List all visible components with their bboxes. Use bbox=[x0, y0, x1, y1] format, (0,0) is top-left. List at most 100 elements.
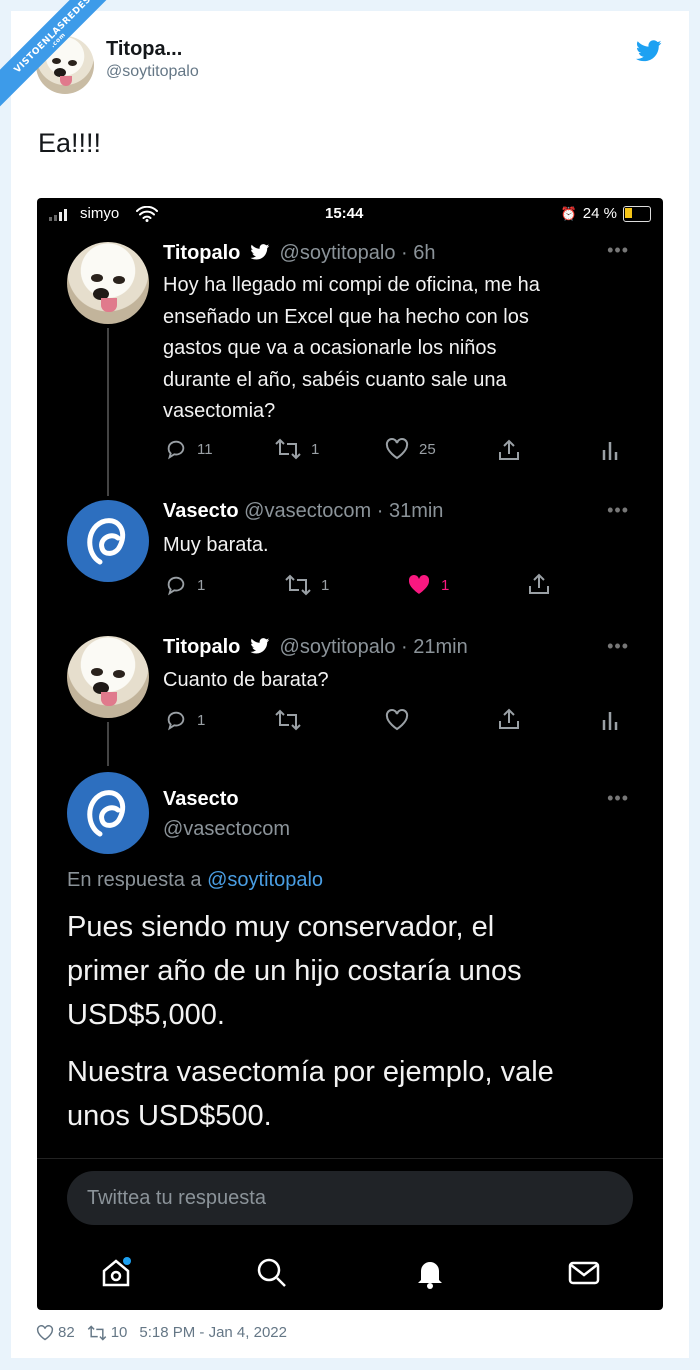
vasecto-logo-icon bbox=[87, 790, 126, 837]
main-text-para1: Pues siendo muy conservador, el primer a… bbox=[67, 905, 522, 1037]
reply-header: Vasecto @vasectocom · 31min bbox=[163, 500, 443, 523]
twitter-bird-icon bbox=[250, 244, 270, 260]
share-icon[interactable] bbox=[497, 707, 521, 731]
retweet-action[interactable]: 1 bbox=[275, 438, 319, 460]
text-line: Nuestra vasectomía por ejemplo, vale bbox=[67, 1056, 554, 1088]
reply-text: Hoy ha llegado mi compi de oficina, me h… bbox=[163, 270, 540, 428]
reply-count: 1 bbox=[197, 576, 206, 594]
more-options-icon[interactable]: ••• bbox=[607, 636, 629, 657]
retweet-count: 1 bbox=[311, 440, 320, 458]
analytics-icon[interactable] bbox=[600, 438, 620, 462]
reply-author-name[interactable]: Vasecto bbox=[163, 500, 239, 522]
like-action[interactable] bbox=[385, 709, 419, 731]
search-icon[interactable] bbox=[255, 1256, 289, 1290]
clock: 15:44 bbox=[325, 205, 364, 222]
text-line: Muy barata. bbox=[163, 534, 269, 556]
avatar[interactable] bbox=[67, 772, 149, 854]
reply-icon bbox=[167, 576, 185, 596]
twitter-bird-icon[interactable] bbox=[636, 40, 662, 62]
status-bar: simyo 15:44 ⏰ 24 % bbox=[37, 198, 663, 230]
text-line: unos USD$500. bbox=[67, 1100, 272, 1132]
tweet-text: Ea!!!! bbox=[38, 128, 102, 158]
reply-action[interactable]: 1 bbox=[165, 709, 205, 731]
wifi-icon bbox=[136, 206, 158, 222]
like-count: 1 bbox=[441, 576, 450, 594]
retweet-icon bbox=[275, 709, 301, 731]
reply-author-name[interactable]: Titopalo bbox=[163, 242, 240, 264]
messages-icon[interactable] bbox=[567, 1256, 601, 1290]
tweet-footer: 82 10 5:18 PM - Jan 4, 2022 bbox=[36, 1324, 299, 1341]
author-handle[interactable]: @soytitopalo bbox=[106, 63, 199, 81]
like-action[interactable]: 1 bbox=[407, 574, 449, 596]
share-icon[interactable] bbox=[497, 438, 521, 462]
reply-handle[interactable]: @soytitopalo · 6h bbox=[280, 242, 436, 264]
analytics-icon[interactable] bbox=[600, 708, 620, 732]
heart-icon bbox=[385, 438, 409, 460]
author-handle: @vasectocom bbox=[163, 818, 291, 840]
author-name[interactable]: Titopa... bbox=[106, 38, 182, 61]
more-options-icon[interactable]: ••• bbox=[607, 500, 629, 521]
like-count: 82 bbox=[58, 1324, 75, 1341]
reply-handle[interactable]: @vasectocom · 31min bbox=[244, 500, 443, 522]
avatar[interactable] bbox=[67, 500, 149, 582]
thread-line bbox=[107, 722, 109, 766]
retweet-count: 1 bbox=[321, 576, 330, 594]
text-line: primer año de un hijo costaría unos bbox=[67, 955, 522, 987]
author-name: Vasecto bbox=[163, 788, 239, 810]
retweet-icon bbox=[285, 574, 311, 596]
vasecto-logo-icon bbox=[87, 518, 126, 565]
text-line: USD$5,000. bbox=[67, 999, 225, 1031]
main-author-name[interactable]: Vasecto bbox=[163, 788, 239, 811]
like-action[interactable]: 25 bbox=[385, 438, 436, 460]
reply-count: 11 bbox=[197, 440, 213, 458]
reply-action[interactable]: 11 bbox=[165, 438, 213, 460]
avatar[interactable] bbox=[67, 636, 149, 718]
carrier-label: simyo bbox=[80, 205, 120, 222]
reply-composer-input[interactable]: Twittea tu respuesta bbox=[67, 1171, 633, 1225]
divider bbox=[37, 1158, 663, 1159]
reply-author-name[interactable]: Titopalo bbox=[163, 636, 240, 658]
avatar[interactable] bbox=[67, 242, 149, 324]
reply-action[interactable]: 1 bbox=[165, 574, 205, 596]
text-line: enseñado un Excel que ha hecho con los bbox=[163, 305, 529, 328]
main-text-para2: Nuestra vasectomía por ejemplo, vale uno… bbox=[67, 1050, 554, 1138]
embedded-screenshot: simyo 15:44 ⏰ 24 % Titopalo @soytitopalo… bbox=[37, 198, 663, 1310]
heart-filled-icon bbox=[408, 575, 430, 594]
like-stat[interactable]: 82 bbox=[36, 1324, 75, 1341]
notifications-icon[interactable] bbox=[413, 1256, 447, 1290]
alarm-icon: ⏰ bbox=[560, 205, 577, 221]
retweet-action[interactable] bbox=[275, 709, 311, 731]
more-options-icon[interactable]: ••• bbox=[607, 788, 629, 809]
text-line: Cuanto de barata? bbox=[163, 669, 329, 691]
bottom-tab-bar bbox=[37, 1248, 663, 1300]
battery-percent: 24 % bbox=[582, 205, 617, 222]
heart-icon bbox=[385, 709, 409, 731]
retweet-stat[interactable]: 10 bbox=[87, 1324, 128, 1341]
share-icon[interactable] bbox=[527, 572, 551, 596]
thread-line bbox=[107, 328, 109, 496]
reply-text: Muy barata. bbox=[163, 530, 269, 562]
reply-handle[interactable]: @soytitopalo · 21min bbox=[280, 636, 468, 658]
retweet-action[interactable]: 1 bbox=[285, 574, 329, 596]
text-line: gastos que va a ocasionarle los niños bbox=[163, 337, 497, 359]
reply-icon bbox=[167, 711, 185, 731]
reply-icon bbox=[167, 440, 185, 460]
retweet-count: 10 bbox=[110, 1324, 128, 1341]
reply-count: 1 bbox=[197, 711, 206, 729]
more-options-icon[interactable]: ••• bbox=[607, 240, 629, 261]
timestamp[interactable]: 5:18 PM - Jan 4, 2022 bbox=[139, 1324, 287, 1341]
text-line: durante el año, sabéis cuanto sale una bbox=[163, 368, 507, 391]
text-line: vasectomia? bbox=[163, 400, 276, 422]
reply-prefix: En respuesta a bbox=[67, 869, 202, 891]
retweet-icon bbox=[87, 1324, 106, 1341]
main-author-handle[interactable]: @vasectocom bbox=[163, 818, 290, 841]
reply-to-link[interactable]: @soytitopalo bbox=[207, 869, 323, 891]
battery-icon bbox=[623, 205, 651, 222]
retweet-icon bbox=[275, 438, 301, 460]
home-icon[interactable] bbox=[99, 1256, 133, 1290]
reply-text: Cuanto de barata? bbox=[163, 665, 329, 697]
signal-icon bbox=[49, 209, 67, 221]
like-count: 25 bbox=[419, 440, 436, 458]
reply-header: Titopalo @soytitopalo · 21min bbox=[163, 636, 468, 659]
text-line: Hoy ha llegado mi compi de oficina, me h… bbox=[163, 274, 540, 296]
